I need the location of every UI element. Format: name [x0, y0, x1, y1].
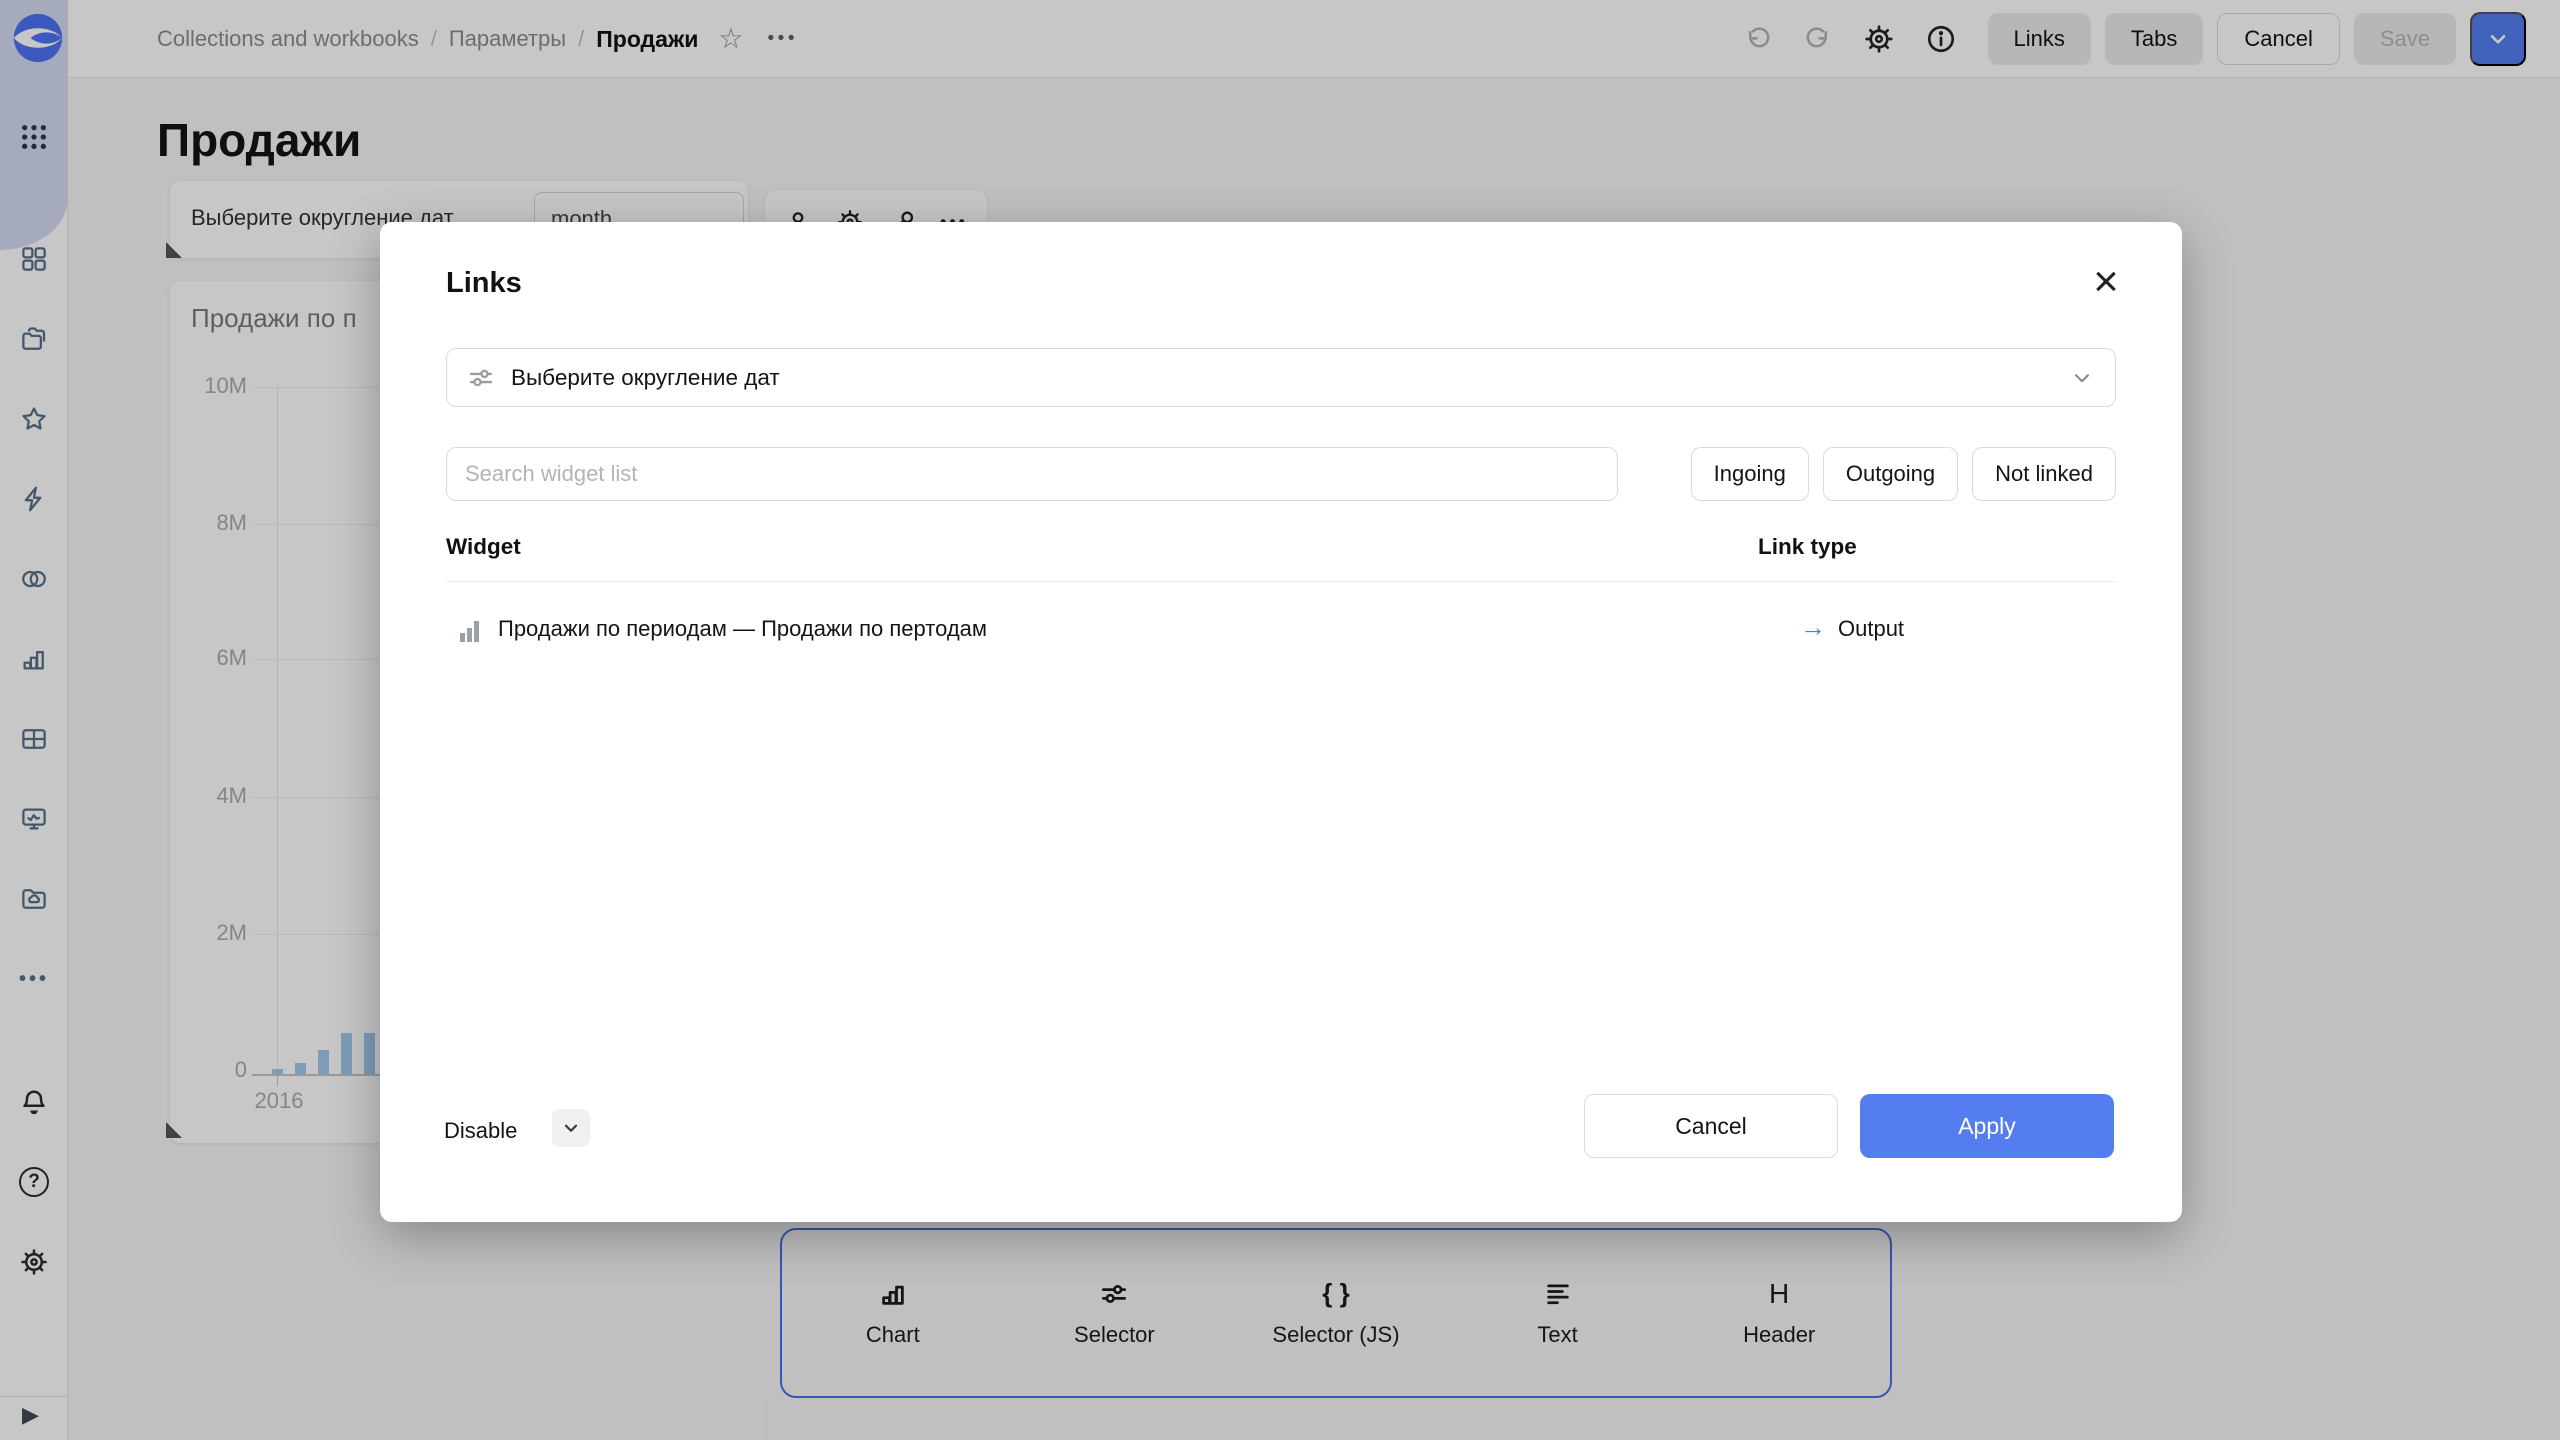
filter-ingoing-button[interactable]: Ingoing	[1691, 447, 1809, 501]
modal-apply-button[interactable]: Apply	[1860, 1094, 2114, 1158]
output-arrow-icon: →	[1800, 612, 1826, 643]
filter-outgoing-button[interactable]: Outgoing	[1823, 447, 1958, 501]
close-icon[interactable]: ×	[2080, 256, 2132, 308]
param-selector-dropdown[interactable]: Выберите округление дат	[446, 348, 2116, 407]
filter-buttons: Ingoing Outgoing Not linked	[1691, 447, 2116, 501]
modal-cancel-button[interactable]: Cancel	[1584, 1094, 1838, 1158]
column-header-link-type: Link type	[1758, 534, 1857, 560]
widget-name: Продажи по периодам — Продажи по пертода…	[498, 616, 987, 642]
table-header-divider	[446, 581, 2116, 582]
widget-chart-icon	[460, 620, 479, 642]
chevron-down-icon	[560, 1117, 582, 1139]
disable-label: Disable	[444, 1115, 517, 1147]
search-input[interactable]	[446, 447, 1618, 501]
chevron-down-icon	[2069, 365, 2095, 391]
table-row[interactable]: Продажи по периодам — Продажи по пертода…	[446, 604, 2116, 656]
link-type-value: Output	[1838, 616, 1904, 642]
filter-not-linked-button[interactable]: Not linked	[1972, 447, 2116, 501]
param-selector-value: Выберите округление дат	[511, 365, 780, 391]
column-header-widget: Widget	[446, 534, 521, 560]
modal-title: Links	[446, 267, 522, 300]
disable-dropdown-button[interactable]	[552, 1109, 590, 1147]
links-modal: Links × Выберите округление дат Ingoing …	[380, 222, 2182, 1222]
sliders-icon	[467, 364, 495, 392]
